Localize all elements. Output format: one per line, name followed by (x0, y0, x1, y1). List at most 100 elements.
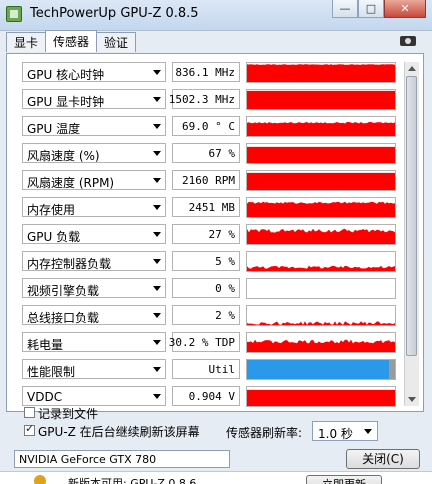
sensor-select[interactable]: GPU 温度 (22, 116, 166, 136)
sensor-select[interactable]: 风扇速度 (RPM) (22, 170, 166, 190)
chevron-down-icon (153, 97, 161, 102)
sensor-row: 内存控制器负载 5 % (14, 251, 400, 273)
sensor-value: 2160 RPM (182, 174, 235, 187)
sensor-value: 0.904 V (188, 390, 235, 403)
chevron-down-icon (153, 340, 161, 345)
chevron-down-icon (364, 429, 372, 434)
sensor-value-box: 67 % (172, 143, 240, 163)
sensor-select[interactable]: GPU 负载 (22, 224, 166, 244)
tab-validation[interactable]: 验证 (96, 32, 137, 52)
sensor-value-box: 69.0 ° C (172, 116, 240, 136)
update-notification-bar: 新版本可用: GPU-Z 0.8.6 立即更新 (0, 471, 432, 484)
log-to-file-label: 记录到文件 (38, 407, 99, 421)
sensor-value: 69.0 ° C (182, 120, 235, 133)
sensor-label: VDDC (27, 390, 63, 404)
sensor-graph[interactable] (246, 143, 396, 164)
gpu-select[interactable]: NVIDIA GeForce GTX 780 (14, 450, 230, 468)
sensor-select[interactable]: 风扇速度 (%) (22, 143, 166, 163)
close-window-button[interactable]: ✕ (384, 0, 426, 18)
chevron-down-icon (153, 259, 161, 264)
chevron-down-icon (153, 178, 161, 183)
maximize-button[interactable]: □ (358, 0, 384, 18)
sensor-value: 27 % (208, 228, 236, 241)
sensor-graph[interactable] (246, 359, 396, 380)
window-controls: — □ ✕ (332, 0, 426, 20)
sensor-graph-area (247, 321, 395, 325)
refresh-rate-select[interactable]: 1.0 秒 (312, 421, 378, 441)
background-refresh-label: GPU-Z 在后台继续刷新该屏幕 (38, 425, 200, 439)
camera-icon[interactable] (400, 36, 416, 46)
sensor-value: Util (208, 363, 236, 376)
scroll-up-arrow-icon[interactable] (408, 66, 416, 71)
sensor-select[interactable]: 耗电量 (22, 332, 166, 352)
chevron-down-icon (153, 394, 161, 399)
sensor-graph[interactable] (246, 170, 396, 191)
sensor-select[interactable]: 内存控制器负载 (22, 251, 166, 271)
sensor-graph[interactable] (246, 89, 396, 110)
sensor-graph-area (247, 122, 395, 136)
sensor-graph-area (247, 90, 395, 109)
perfcap-bar (247, 360, 389, 379)
sensor-label: GPU 核心时钟 (27, 68, 105, 82)
sensor-label: 耗电量 (27, 338, 64, 352)
sensor-row: 耗电量 30.2 % TDP (14, 332, 400, 354)
sensor-label: GPU 显卡时钟 (27, 95, 105, 109)
log-to-file-checkbox[interactable] (24, 407, 35, 418)
sensor-scrollbar[interactable] (404, 62, 419, 406)
sensor-row: 总线接口负载 2 % (14, 305, 400, 327)
background-refresh-checkbox[interactable] (24, 422, 35, 436)
sensor-value-box: 0.904 V (172, 386, 240, 406)
tab-sensors[interactable]: 传感器 (45, 30, 98, 52)
sensor-value: 5 % (215, 255, 235, 268)
sensor-row: GPU 显卡时钟 1502.3 MHz (14, 89, 400, 111)
sensor-value-box: 30.2 % TDP (168, 332, 240, 352)
window-title: TechPowerUp GPU-Z 0.8.5 (30, 6, 199, 21)
sensor-value-box: 836.1 MHz (172, 62, 240, 82)
sensor-value: 2451 MB (188, 201, 235, 214)
scroll-thumb[interactable] (406, 76, 417, 356)
chevron-down-icon (153, 70, 161, 75)
minimize-button[interactable]: — (332, 0, 358, 18)
sensor-row: GPU 负载 27 % (14, 224, 400, 246)
sensor-value-box: 2160 RPM (172, 170, 240, 190)
sensor-graph[interactable] (246, 62, 396, 83)
sensor-graph-area (247, 339, 395, 352)
sensor-graph[interactable] (246, 251, 396, 272)
sensor-graph[interactable] (246, 224, 396, 245)
sensor-select[interactable]: GPU 显卡时钟 (22, 89, 166, 109)
sensor-graph[interactable] (246, 332, 396, 353)
sensor-graph[interactable] (246, 305, 396, 326)
sensor-select[interactable]: 性能限制 (22, 359, 166, 379)
sensor-graph[interactable] (246, 278, 396, 299)
sensor-value-box: 2451 MB (172, 197, 240, 217)
sensor-value: 30.2 % TDP (168, 336, 235, 349)
sensor-graph[interactable] (246, 386, 396, 407)
tab-graphics-card[interactable]: 显卡 (6, 32, 47, 52)
sensor-graph-area (247, 389, 395, 406)
close-button[interactable]: 关闭(C) (346, 449, 420, 469)
sensor-select[interactable]: 总线接口负载 (22, 305, 166, 325)
chevron-down-icon (153, 151, 161, 156)
sensor-label: 性能限制 (27, 365, 76, 379)
sensor-row: 性能限制 Util (14, 359, 400, 381)
sensor-select[interactable]: GPU 核心时钟 (22, 62, 166, 82)
sensor-value-box: 0 % (172, 278, 240, 298)
sensor-select[interactable]: 视频引擎负载 (22, 278, 166, 298)
sensor-label: 内存控制器负载 (27, 257, 112, 271)
sensor-row: GPU 核心时钟 836.1 MHz (14, 62, 400, 84)
sensor-value: 2 % (215, 309, 235, 322)
sensor-value: 1502.3 MHz (168, 93, 235, 106)
sensor-graph[interactable] (246, 116, 396, 137)
gpu-select-value: NVIDIA GeForce GTX 780 (19, 453, 157, 466)
sensor-label: 总线接口负载 (27, 311, 100, 325)
sensor-graph[interactable] (246, 197, 396, 218)
sensor-select[interactable]: 内存使用 (22, 197, 166, 217)
refresh-rate-value: 1.0 秒 (318, 427, 353, 441)
sensor-value-box: 5 % (172, 251, 240, 271)
refresh-rate-label: 传感器刷新率: (226, 426, 303, 440)
chevron-down-icon (153, 232, 161, 237)
sensor-select[interactable]: VDDC (22, 386, 166, 406)
scroll-down-arrow-icon[interactable] (408, 397, 416, 402)
sensor-label: GPU 温度 (27, 122, 81, 136)
sensor-value-box: 1502.3 MHz (168, 89, 240, 109)
